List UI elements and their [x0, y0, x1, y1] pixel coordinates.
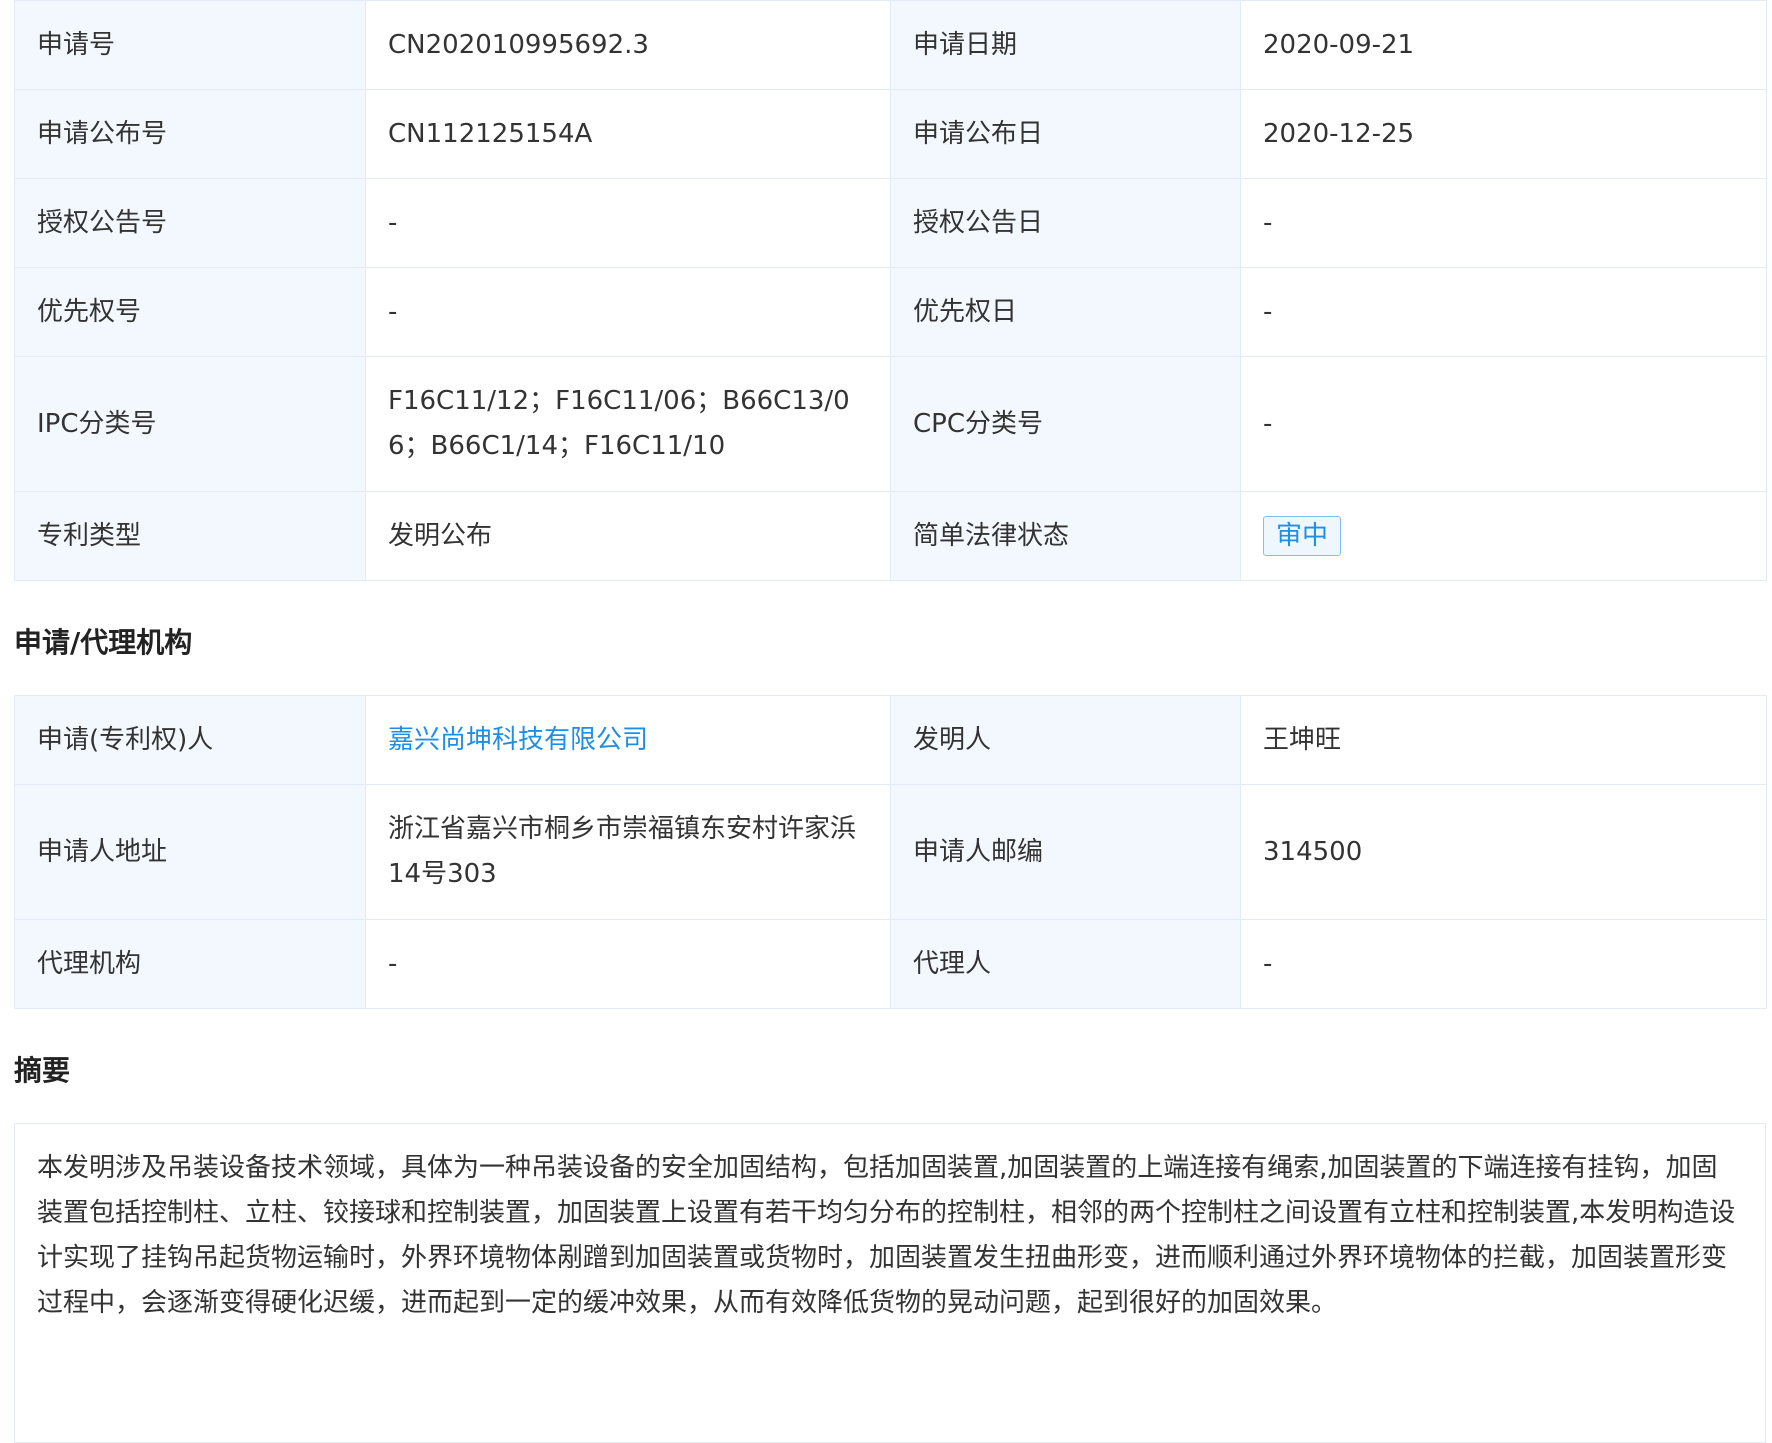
table-row: IPC分类号 F16C11/12；F16C11/06；B66C13/06；B66…	[14, 356, 1767, 492]
applicant-label: 申请(专利权)人	[14, 695, 366, 785]
patent-type-value: 发明公布	[365, 491, 891, 581]
inventor-label: 发明人	[890, 695, 1241, 785]
agency-info-table: 申请(专利权)人 嘉兴尚坤科技有限公司 发明人 王坤旺 申请人地址 浙江省嘉兴市…	[14, 695, 1767, 1009]
applicant-link[interactable]: 嘉兴尚坤科技有限公司	[365, 695, 891, 785]
agency-label: 代理机构	[14, 919, 366, 1009]
abstract-section-title: 摘要	[14, 1054, 71, 1087]
patent-type-label: 专利类型	[14, 491, 366, 581]
basic-info-table: 申请号 CN202010995692.3 申请日期 2020-09-21 申请公…	[14, 0, 1767, 581]
table-row: 申请公布号 CN112125154A 申请公布日 2020-12-25	[14, 89, 1767, 179]
priority-number-value: -	[365, 267, 891, 357]
applicant-postcode-value: 314500	[1240, 784, 1767, 920]
patent-detail-page: 申请号 CN202010995692.3 申请日期 2020-09-21 申请公…	[14, 0, 1767, 1443]
priority-date-label: 优先权日	[890, 267, 1241, 357]
legal-status-cell: 审中	[1240, 491, 1767, 581]
grant-number-value: -	[365, 178, 891, 268]
priority-date-value: -	[1240, 267, 1767, 357]
publication-date-value: 2020-12-25	[1240, 89, 1767, 179]
agent-label: 代理人	[890, 919, 1241, 1009]
table-row: 代理机构 - 代理人 -	[14, 919, 1767, 1009]
ipc-class-value: F16C11/12；F16C11/06；B66C13/06；B66C1/14；F…	[365, 356, 891, 492]
application-date-value: 2020-09-21	[1240, 0, 1767, 90]
agency-value: -	[365, 919, 891, 1009]
table-row: 专利类型 发明公布 简单法律状态 审中	[14, 491, 1767, 581]
agent-value: -	[1240, 919, 1767, 1009]
agency-section-title: 申请/代理机构	[14, 626, 193, 659]
abstract-text: 本发明涉及吊装设备技术领域，具体为一种吊装设备的安全加固结构，包括加固装置,加固…	[14, 1123, 1766, 1443]
publication-date-label: 申请公布日	[890, 89, 1241, 179]
legal-status-label: 简单法律状态	[890, 491, 1241, 581]
application-number-label: 申请号	[14, 0, 366, 90]
ipc-class-label: IPC分类号	[14, 356, 366, 492]
publication-number-label: 申请公布号	[14, 89, 366, 179]
applicant-address-value: 浙江省嘉兴市桐乡市崇福镇东安村许家浜14号303	[365, 784, 891, 920]
grant-date-label: 授权公告日	[890, 178, 1241, 268]
legal-status-badge: 审中	[1263, 515, 1342, 556]
applicant-postcode-label: 申请人邮编	[890, 784, 1241, 920]
cpc-class-label: CPC分类号	[890, 356, 1241, 492]
priority-number-label: 优先权号	[14, 267, 366, 357]
grant-number-label: 授权公告号	[14, 178, 366, 268]
table-row: 优先权号 - 优先权日 -	[14, 267, 1767, 357]
application-number-value: CN202010995692.3	[365, 0, 891, 90]
grant-date-value: -	[1240, 178, 1767, 268]
table-row: 申请(专利权)人 嘉兴尚坤科技有限公司 发明人 王坤旺	[14, 695, 1767, 785]
inventor-value: 王坤旺	[1240, 695, 1767, 785]
publication-number-value: CN112125154A	[365, 89, 891, 179]
applicant-address-label: 申请人地址	[14, 784, 366, 920]
application-date-label: 申请日期	[890, 0, 1241, 90]
table-row: 申请人地址 浙江省嘉兴市桐乡市崇福镇东安村许家浜14号303 申请人邮编 314…	[14, 784, 1767, 920]
table-row: 授权公告号 - 授权公告日 -	[14, 178, 1767, 268]
cpc-class-value: -	[1240, 356, 1767, 492]
table-row: 申请号 CN202010995692.3 申请日期 2020-09-21	[14, 0, 1767, 90]
